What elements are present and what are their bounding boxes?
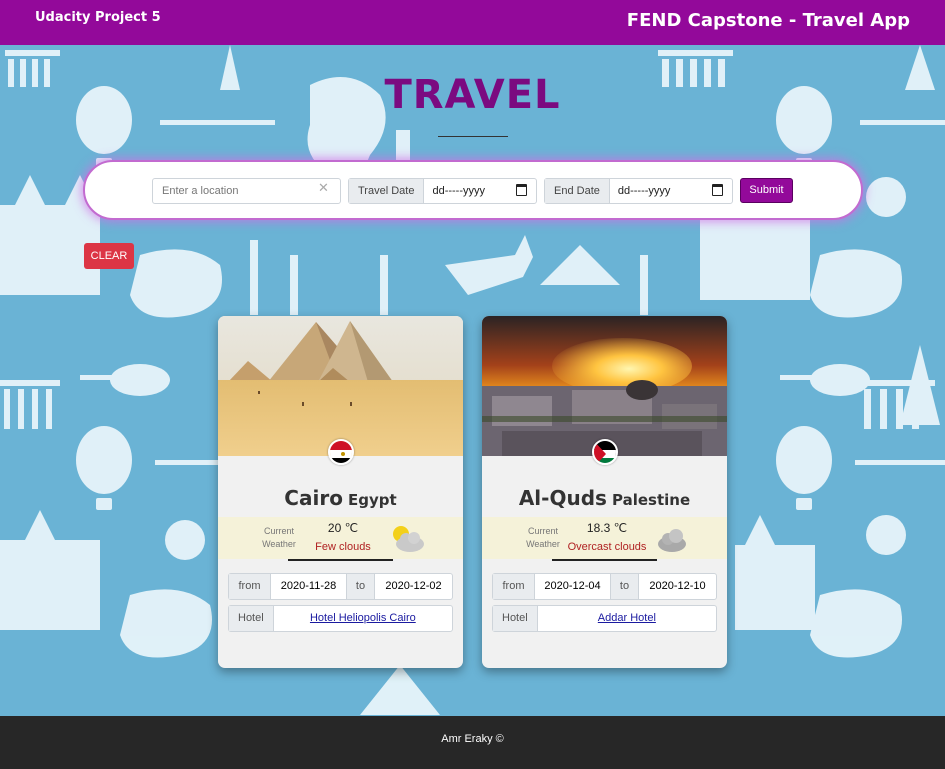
trip-card-cairo: Cairo Egypt Current Weather 20 ℃ Few clo…	[218, 316, 463, 668]
clear-button[interactable]: CLEAR	[84, 243, 134, 269]
travel-date-label: Travel Date	[349, 179, 425, 203]
weather-underline	[552, 559, 657, 561]
destination-photo-jerusalem	[482, 316, 727, 456]
submit-button[interactable]: Submit	[740, 178, 793, 203]
country-name: Egypt	[348, 491, 397, 509]
calendar-icon[interactable]	[712, 184, 723, 196]
from-date: 2020-12-04	[535, 574, 611, 599]
trip-dates-group: from 2020-11-28 to 2020-12-02	[228, 573, 453, 600]
travel-date-value: dd-----yyyy	[432, 185, 486, 197]
trip-card-al-quds: Al-Quds Palestine Current Weather 18.3 ℃…	[482, 316, 727, 668]
page-title: TRAVEL	[384, 72, 561, 118]
from-label: from	[493, 574, 535, 599]
weather-underline	[288, 559, 393, 561]
clear-location-icon[interactable]: ✕	[318, 181, 329, 196]
travel-doodles-decoration	[0, 45, 945, 715]
hotel-group: Hotel Hotel Heliopolis Cairo	[228, 605, 453, 632]
travel-date-input[interactable]: dd-----yyyy	[424, 179, 536, 203]
to-label: to	[347, 574, 375, 599]
temperature: 20 ℃	[327, 521, 359, 535]
hotel-link[interactable]: Addar Hotel	[538, 606, 716, 631]
destination-title: Al-Quds Palestine	[482, 486, 727, 510]
palestine-flag-icon	[592, 439, 618, 465]
weather-description: Few clouds	[315, 541, 371, 553]
footer-credit: Amr Eraky ©	[441, 733, 504, 745]
to-date: 2020-12-02	[385, 580, 442, 592]
from-date: 2020-11-28	[271, 574, 347, 599]
hotel-link[interactable]: Hotel Heliopolis Cairo	[274, 606, 452, 631]
location-input[interactable]: Enter a location	[152, 178, 341, 204]
hotel-group: Hotel Addar Hotel	[492, 605, 717, 632]
app-title: FEND Capstone - Travel App	[626, 10, 910, 31]
destination-photo-pyramids	[218, 316, 463, 456]
from-label: from	[229, 574, 271, 599]
city-name: Cairo	[284, 486, 343, 510]
title-underline	[438, 136, 508, 137]
hotel-label: Hotel	[229, 606, 274, 631]
footer: Amr Eraky ©	[0, 716, 945, 769]
hotel-label: Hotel	[493, 606, 538, 631]
top-navbar: Udacity Project 5 FEND Capstone - Travel…	[0, 0, 945, 45]
country-name: Palestine	[612, 491, 691, 509]
city-name: Al-Quds	[518, 486, 607, 510]
to-date: 2020-12-10	[649, 580, 706, 592]
sun-cloud-icon	[393, 526, 424, 552]
temperature: 18.3 ℃	[586, 521, 628, 535]
weather-description: Overcast clouds	[567, 541, 647, 553]
end-date-label: End Date	[545, 179, 610, 203]
travel-date-group: Travel Date dd-----yyyy	[348, 178, 537, 204]
egypt-flag-icon	[328, 439, 354, 465]
cloud-icon	[658, 529, 686, 552]
calendar-icon[interactable]	[516, 184, 527, 196]
destination-title: Cairo Egypt	[218, 486, 463, 510]
project-title: Udacity Project 5	[35, 10, 161, 25]
trip-dates-group: from 2020-12-04 to 2020-12-10	[492, 573, 717, 600]
end-date-input[interactable]: dd-----yyyy	[610, 179, 732, 203]
to-label: to	[611, 574, 639, 599]
travel-pattern-background	[0, 45, 945, 716]
end-date-value: dd-----yyyy	[617, 185, 671, 197]
end-date-group: End Date dd-----yyyy	[544, 178, 733, 204]
